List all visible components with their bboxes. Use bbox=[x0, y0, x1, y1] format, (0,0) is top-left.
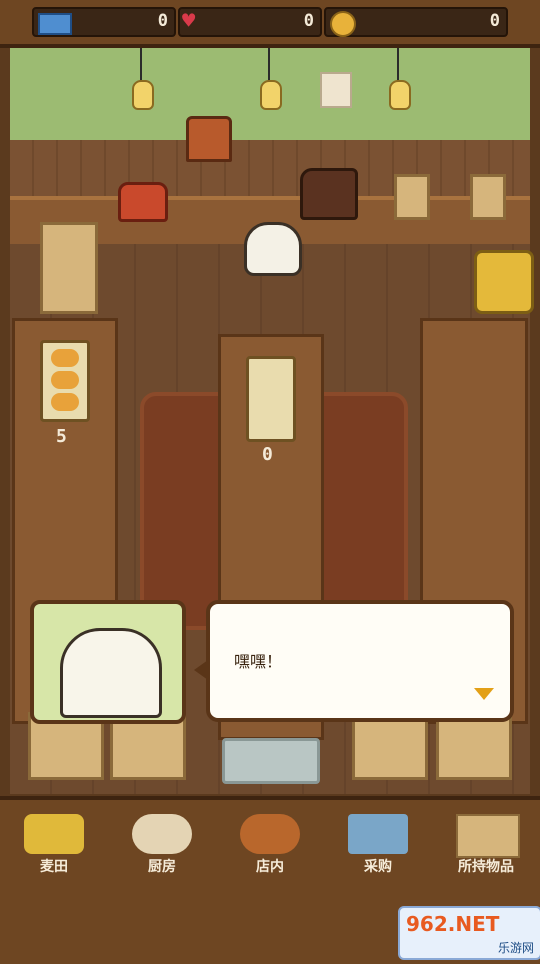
storage-box bbox=[470, 174, 506, 220]
nav-item-inventory[interactable]: 所持物品 bbox=[432, 800, 540, 890]
bread-basket-icon bbox=[240, 814, 300, 854]
tickets-value: 0 bbox=[157, 11, 168, 31]
lamp-cord bbox=[268, 48, 270, 82]
nav-item-wheat-field[interactable]: 麦田 bbox=[0, 800, 108, 890]
bread-icon bbox=[51, 393, 79, 411]
storage-box bbox=[394, 174, 430, 220]
lamp-cord bbox=[397, 48, 399, 82]
nav-label: 采购 bbox=[364, 859, 392, 875]
nav-item-purchase[interactable]: 采购 bbox=[324, 800, 432, 890]
box-icon bbox=[456, 814, 520, 858]
bread-tray-left[interactable] bbox=[40, 340, 90, 422]
storage-box bbox=[352, 712, 428, 780]
coins-stat: 0 bbox=[324, 7, 508, 37]
hanging-lamp bbox=[389, 80, 411, 110]
next-arrow-icon[interactable] bbox=[474, 688, 494, 700]
register-icon[interactable] bbox=[300, 168, 358, 220]
top-status-bar: 0 ♥ 0 0 bbox=[0, 0, 540, 48]
tickets-stat: 0 bbox=[32, 7, 176, 37]
nav-label: 厨房 bbox=[148, 859, 176, 875]
door-mat[interactable] bbox=[222, 738, 320, 784]
radio-icon[interactable] bbox=[186, 116, 232, 162]
coin-icon bbox=[330, 11, 356, 37]
hanging-lamp bbox=[132, 80, 154, 110]
nav-item-shop[interactable]: 店内 bbox=[216, 800, 324, 890]
wheat-icon bbox=[24, 814, 84, 854]
heart-icon: ♥ bbox=[182, 9, 196, 34]
bread-tray-middle[interactable] bbox=[246, 356, 296, 442]
watermark-subtext: 乐游网 bbox=[497, 941, 534, 955]
dialog-text: 嘿嘿！ bbox=[234, 652, 283, 671]
nav-label: 所持物品 bbox=[458, 859, 514, 875]
site-watermark: 962.NET 乐游网 bbox=[398, 906, 540, 960]
speaker-portrait bbox=[30, 600, 186, 724]
storage-box bbox=[436, 712, 512, 780]
nav-label: 麦田 bbox=[40, 859, 68, 875]
watermark-text: 962.NET bbox=[406, 912, 500, 936]
hanging-lamp bbox=[260, 80, 282, 110]
ticket-icon bbox=[38, 13, 72, 35]
wall-paneling bbox=[10, 140, 530, 200]
dough-icon bbox=[132, 814, 192, 854]
coins-value: 0 bbox=[489, 11, 500, 31]
telephone-icon[interactable] bbox=[118, 182, 168, 222]
wall-notice[interactable] bbox=[320, 72, 352, 108]
speech-bubble[interactable]: 嘿嘿！ bbox=[206, 600, 514, 722]
caution-sign-icon[interactable] bbox=[474, 250, 534, 314]
shopkeeper-character[interactable] bbox=[244, 222, 302, 276]
middle-tray-count: 0 bbox=[262, 444, 273, 465]
left-tray-count: 5 bbox=[56, 426, 67, 447]
nav-label: 店内 bbox=[256, 859, 284, 875]
lamp-cord bbox=[140, 48, 142, 82]
hearts-stat: ♥ 0 bbox=[178, 7, 322, 37]
shelf-icon bbox=[348, 814, 408, 854]
hearts-value: 0 bbox=[303, 11, 314, 31]
nav-item-kitchen[interactable]: 厨房 bbox=[108, 800, 216, 890]
storage-cabinet[interactable] bbox=[40, 222, 98, 314]
bread-icon bbox=[51, 371, 79, 389]
bread-icon bbox=[51, 349, 79, 367]
character-face bbox=[60, 628, 162, 718]
